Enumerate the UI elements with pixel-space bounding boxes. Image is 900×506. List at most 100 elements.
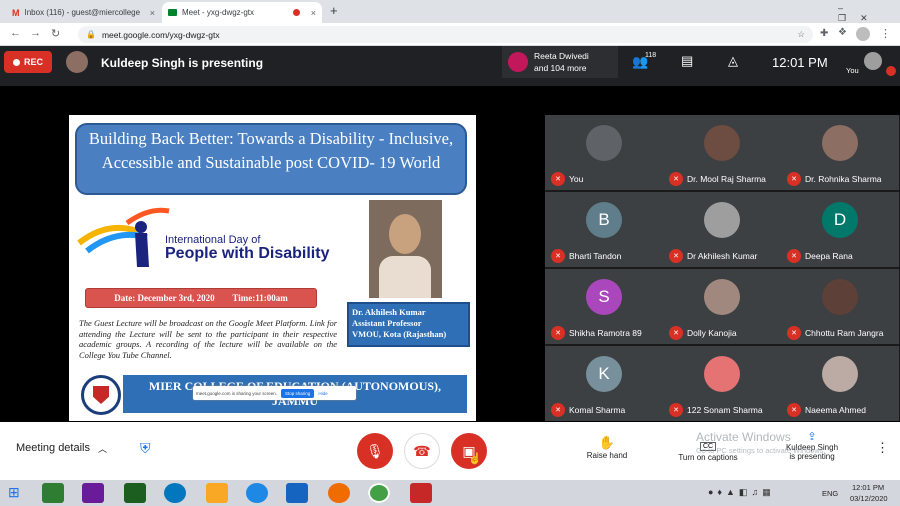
- windows-start-icon[interactable]: ⊞: [8, 484, 20, 501]
- window-controls[interactable]: –❐✕: [838, 3, 900, 24]
- participant-tile[interactable]: K ✕ Komal Sharma: [545, 346, 663, 421]
- speaker-org: VMOU, Kota (Rajasthan): [352, 329, 447, 339]
- participant-name: Reeta Dwivedi: [534, 51, 589, 61]
- slide-body: The Guest Lecture will be broadcast on t…: [79, 318, 337, 360]
- participant-name: ✕ Dr. Rohnika Sharma: [781, 172, 899, 186]
- participant-name-text: Shikha Ramotra 89: [569, 328, 642, 338]
- forward-icon[interactable]: →: [30, 27, 41, 39]
- taskbar-firefox-icon[interactable]: [328, 483, 350, 503]
- omnibox[interactable]: 🔒 meet.google.com/yxg-dwgz-gtx ☆: [78, 26, 813, 43]
- star-icon[interactable]: ☆: [797, 29, 805, 40]
- participant-name-text: Chhottu Ram Jangra: [805, 328, 884, 338]
- new-tab-button[interactable]: +: [330, 3, 338, 18]
- tab-inbox[interactable]: M Inbox (116) - guest@miercollege ×: [6, 2, 161, 23]
- meeting-controls: Meeting details ︿ ⛨ 🎙 ☎ ▣ ☝ ✋ Raise hand…: [0, 422, 900, 480]
- participant-tile[interactable]: D ✕ Deepa Rana: [781, 192, 899, 267]
- back-icon[interactable]: ←: [10, 27, 21, 39]
- self-muted-icon: [886, 66, 896, 76]
- self-avatar: [864, 52, 882, 70]
- hand-icon: ✋: [598, 435, 616, 450]
- participant-tile[interactable]: ✕ Dolly Kanojia: [663, 269, 781, 344]
- close-icon[interactable]: ×: [311, 8, 316, 18]
- participant-name-text: Bharti Tandon: [569, 251, 622, 261]
- hide-button[interactable]: Hide: [318, 391, 327, 396]
- speaker-role: Assistant Professor: [352, 318, 422, 328]
- windows-taskbar: ⊞ ●♦▲◧♫▦ ENG 12:01 PM 03/12/2020: [0, 480, 900, 506]
- activate-windows-sub: Go to PC settings to activate Windows.: [696, 446, 826, 455]
- meeting-details-button[interactable]: Meeting details ︿: [16, 442, 107, 455]
- participant-avatar: K: [586, 356, 622, 392]
- more-options-icon[interactable]: ⋮: [876, 440, 889, 456]
- mic-off-icon: ✕: [669, 326, 683, 340]
- participant-name: ✕ Dr. Mool Raj Sharma: [663, 172, 781, 186]
- mic-off-icon: ✕: [787, 403, 801, 417]
- participant-name: ✕ Dr Akhilesh Kumar: [663, 249, 781, 263]
- tray-icons[interactable]: ●♦▲◧♫▦: [708, 487, 775, 498]
- event-date: Date: December 3rd, 2020 Time:11:00am: [85, 288, 317, 308]
- participant-tile[interactable]: ✕ You: [545, 115, 663, 190]
- address-toolbar: ← → ↻ 🔒 meet.google.com/yxg-dwgz-gtx ☆ ✚…: [0, 23, 900, 46]
- close-icon[interactable]: ×: [150, 8, 155, 18]
- participant-avatar: [822, 125, 858, 161]
- mic-toggle-button[interactable]: 🎙: [357, 433, 393, 469]
- participant-tile[interactable]: ✕ Dr Akhilesh Kumar: [663, 192, 781, 267]
- cursor-icon: ☝: [468, 453, 482, 465]
- stop-sharing-button[interactable]: Stop sharing: [281, 388, 315, 398]
- participant-name-text: Komal Sharma: [569, 405, 626, 415]
- participant-tile[interactable]: ✕ 122 Sonam Sharma: [663, 346, 781, 421]
- raise-hand-button[interactable]: ✋ Raise hand: [580, 435, 634, 460]
- chat-icon[interactable]: ▤: [681, 53, 693, 69]
- taskbar-ie-icon[interactable]: [246, 483, 268, 503]
- mic-off-icon: ✕: [787, 249, 801, 263]
- extensions-icon[interactable]: ✚: [820, 28, 828, 39]
- participant-tile[interactable]: B ✕ Bharti Tandon: [545, 192, 663, 267]
- participant-name: ✕ Bharti Tandon: [545, 249, 663, 263]
- participant-avatar: B: [586, 202, 622, 238]
- taskbar-excel-icon[interactable]: [124, 483, 146, 503]
- puzzle-icon[interactable]: ❖: [838, 27, 847, 38]
- taskbar-app-icon[interactable]: [82, 483, 104, 503]
- recording-dot-icon: [292, 9, 300, 16]
- mic-off-icon: ✕: [787, 326, 801, 340]
- tray-language[interactable]: ENG: [822, 489, 838, 498]
- activities-icon[interactable]: ◬: [728, 53, 738, 69]
- participant-tile[interactable]: ✕ Dr. Rohnika Sharma: [781, 115, 899, 190]
- participant-name: ✕ Chhottu Ram Jangra: [781, 326, 899, 340]
- participant-tile[interactable]: ✕ Chhottu Ram Jangra: [781, 269, 899, 344]
- mic-off-icon: ✕: [669, 249, 683, 263]
- speaker-name: Dr. Akhilesh Kumar: [352, 307, 426, 317]
- participant-tile[interactable]: ✕ Naeema Ahmed: [781, 346, 899, 421]
- meet-top-bar: REC Kuldeep Singh is presenting Reeta Dw…: [0, 46, 900, 86]
- meeting-details-label: Meeting details: [16, 442, 90, 454]
- taskbar-word-icon[interactable]: [286, 483, 308, 503]
- meet-icon: [168, 9, 177, 16]
- leave-call-button[interactable]: ☎: [404, 433, 440, 469]
- participant-avatar: [704, 202, 740, 238]
- reload-icon[interactable]: ↻: [51, 27, 60, 40]
- activate-windows-title: Activate Windows: [696, 430, 791, 444]
- lock-icon: 🔒: [86, 30, 96, 39]
- participant-avatar: [704, 125, 740, 161]
- participant-tile[interactable]: ✕ Dr. Mool Raj Sharma: [663, 115, 781, 190]
- presenter-banner: Kuldeep Singh is presenting: [101, 56, 264, 70]
- menu-icon[interactable]: ⋮: [880, 27, 891, 40]
- taskbar-app-icon[interactable]: [42, 483, 64, 503]
- mic-off-icon: ✕: [669, 403, 683, 417]
- taskbar-chrome-icon[interactable]: [368, 483, 390, 503]
- shield-icon[interactable]: ⛨: [140, 440, 151, 457]
- participant-name-text: You: [569, 174, 584, 184]
- tab-meet[interactable]: Meet - yxg-dwgz-gtx ×: [162, 2, 322, 23]
- participant-name: ✕ Dolly Kanojia: [663, 326, 781, 340]
- participant-tile[interactable]: S ✕ Shikha Ramotra 89: [545, 269, 663, 344]
- taskbar-edge-icon[interactable]: [164, 483, 186, 503]
- participant-name: ✕ 122 Sonam Sharma: [663, 403, 781, 417]
- taskbar-app-icon[interactable]: [410, 483, 432, 503]
- mic-off-icon: ✕: [551, 249, 565, 263]
- participants-preview[interactable]: Reeta Dwivedi and 104 more: [502, 46, 618, 78]
- logo-line2: People with Disability: [165, 245, 330, 262]
- profile-avatar[interactable]: [856, 27, 870, 41]
- meeting-clock: 12:01 PM: [772, 55, 828, 70]
- participant-name-text: 122 Sonam Sharma: [687, 405, 763, 415]
- raise-hand-label: Raise hand: [586, 451, 628, 460]
- taskbar-folder-icon[interactable]: [206, 483, 228, 503]
